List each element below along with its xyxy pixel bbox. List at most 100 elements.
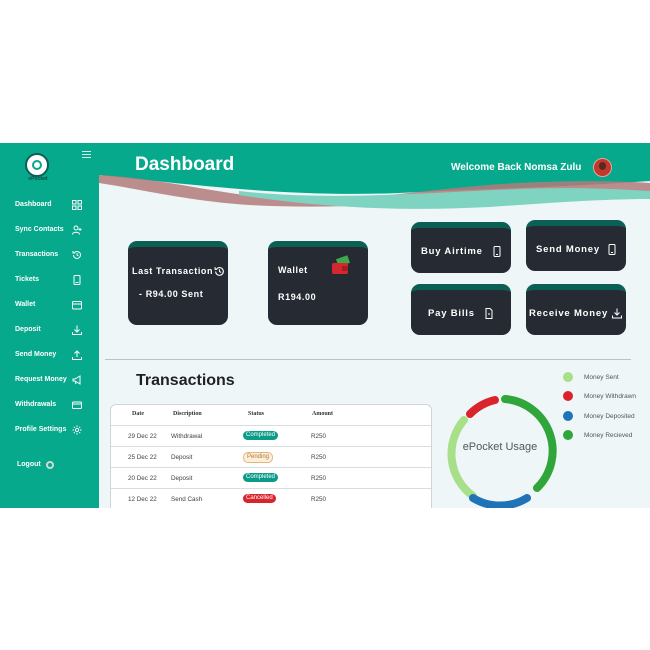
sidebar-item-transactions[interactable]: Transactions — [0, 248, 99, 264]
table-row[interactable]: 20 Dec 22 Deposit Completed R250 — [111, 467, 431, 489]
legend-label: Money Deposited — [584, 413, 635, 420]
send-money-label: Send Money — [536, 244, 600, 255]
sidebar-item-withdrawals[interactable]: Withdrawals — [0, 398, 99, 414]
sidebar-item-label: Request Money — [15, 376, 67, 383]
row-date: 20 Dec 22 — [128, 475, 157, 482]
last-transaction-value: - R94.00 Sent — [139, 289, 204, 299]
download-icon — [612, 308, 622, 319]
transactions-title: Transactions — [136, 372, 235, 389]
document-icon — [485, 308, 493, 319]
donut-segment-money-deposited — [469, 494, 531, 508]
ticket-icon — [73, 275, 81, 285]
gear-icon — [72, 425, 82, 435]
sidebar-item-label: Withdrawals — [15, 401, 57, 408]
sidebar-item-wallet[interactable]: Wallet — [0, 298, 99, 314]
row-amount: R250 — [311, 433, 327, 440]
send-money-button[interactable]: Send Money — [526, 220, 626, 271]
row-amount: R250 — [311, 496, 327, 503]
receive-money-label: Receive Money — [529, 308, 609, 319]
welcome-text: Welcome Back Nomsa Zulu — [451, 162, 582, 173]
sidebar-item-label: Deposit — [15, 326, 41, 333]
table-row[interactable]: 29 Dec 22 Withdrawal Completed R250 — [111, 425, 431, 447]
wallet-title: Wallet — [278, 265, 308, 275]
logout-button[interactable]: Logout — [0, 458, 99, 474]
upload-icon — [72, 350, 82, 360]
table-row[interactable]: 12 Dec 22 Send Cash Cancelled R250 — [111, 488, 431, 508]
status-badge: Completed — [243, 473, 279, 482]
row-date: 29 Dec 22 — [128, 433, 157, 440]
sidebar-item-send-money[interactable]: Send Money — [0, 348, 99, 364]
wallet-money-icon — [332, 255, 351, 274]
page-title: Dashboard — [135, 154, 235, 175]
card-icon — [72, 401, 82, 409]
sidebar-item-label: Sync Contacts — [15, 226, 64, 233]
sidebar-item-profile-settings[interactable]: Profile Settings — [0, 423, 99, 439]
column-header: Date — [132, 411, 144, 417]
download-icon — [72, 325, 82, 335]
status-badge: Cancelled — [243, 494, 276, 503]
history-icon — [214, 267, 224, 276]
legend-label: Money Sent — [584, 374, 619, 381]
legend-label: Money Recieved — [584, 432, 633, 439]
sidebar-item-label: Dashboard — [15, 201, 52, 208]
megaphone-icon — [72, 375, 81, 385]
sidebar-item-dashboard[interactable]: Dashboard — [0, 198, 99, 214]
legend-dot — [563, 391, 573, 401]
donut-segment-money-withdrawn — [466, 396, 499, 418]
logo — [25, 153, 49, 177]
sidebar-item-label: Send Money — [15, 351, 57, 358]
sidebar-item-deposit[interactable]: Deposit — [0, 323, 99, 339]
wallet-balance: R194.00 — [278, 292, 317, 302]
status-badge: Completed — [243, 431, 279, 440]
buy-airtime-button[interactable]: Buy Airtime — [411, 222, 511, 273]
row-description: Deposit — [171, 475, 193, 482]
transactions-table: Date Discription Status Amount 29 Dec 22… — [110, 404, 432, 508]
row-description: Send Cash — [171, 496, 203, 503]
sidebar-item-label: Wallet — [15, 301, 36, 308]
row-description: Deposit — [171, 454, 193, 461]
phone-icon — [493, 246, 501, 257]
sidebar-item-request-money[interactable]: Request Money — [0, 373, 99, 389]
history-icon — [72, 250, 81, 259]
pay-bills-button[interactable]: Pay Bills — [411, 284, 511, 335]
add-user-icon — [72, 225, 82, 235]
logout-icon — [46, 461, 54, 469]
row-date: 12 Dec 22 — [128, 496, 157, 503]
section-divider — [105, 359, 631, 360]
row-amount: R250 — [311, 454, 327, 461]
legend-dot — [563, 430, 573, 440]
last-transaction-card: Last Transaction - R94.00 Sent — [128, 241, 228, 325]
row-description: Withdrawal — [171, 433, 203, 440]
legend-label: Money Withdrawn — [584, 393, 637, 400]
header: Dashboard Welcome Back Nomsa Zulu — [99, 143, 650, 213]
legend-dot — [563, 411, 573, 421]
column-header: Amount — [312, 411, 334, 417]
row-date: 25 Dec 22 — [128, 454, 157, 461]
phone-icon — [608, 244, 616, 255]
wallet-card: Wallet R194.00 — [268, 241, 368, 325]
pay-bills-label: Pay Bills — [428, 308, 475, 319]
logo-text: ePocket — [28, 176, 48, 182]
column-header: Discription — [173, 411, 202, 417]
logout-label: Logout — [17, 461, 41, 468]
sidebar-item-label: Transactions — [15, 251, 59, 258]
sidebar-item-label: Profile Settings — [15, 426, 67, 433]
app-window: ePocket Dashboard Sync Contacts Transact… — [0, 143, 650, 508]
last-transaction-title: Last Transaction — [132, 266, 214, 276]
grid-icon — [72, 200, 82, 210]
legend-dot — [563, 372, 573, 382]
sidebar-item-sync-contacts[interactable]: Sync Contacts — [0, 223, 99, 239]
sidebar: ePocket Dashboard Sync Contacts Transact… — [0, 143, 99, 508]
sidebar-item-tickets[interactable]: Tickets — [0, 273, 99, 289]
receive-money-button[interactable]: Receive Money — [526, 284, 626, 335]
sidebar-item-label: Tickets — [15, 276, 39, 283]
table-row[interactable]: 25 Dec 22 Deposit Pending R250 — [111, 446, 431, 468]
avatar[interactable] — [593, 158, 612, 177]
buy-airtime-label: Buy Airtime — [421, 246, 483, 257]
hamburger-menu-icon[interactable] — [82, 151, 91, 160]
status-badge: Pending — [243, 452, 274, 463]
usage-label: ePocket Usage — [462, 441, 538, 453]
wallet-icon — [72, 301, 82, 310]
donut-segment-money-sent — [447, 416, 477, 500]
column-header: Status — [248, 411, 265, 417]
